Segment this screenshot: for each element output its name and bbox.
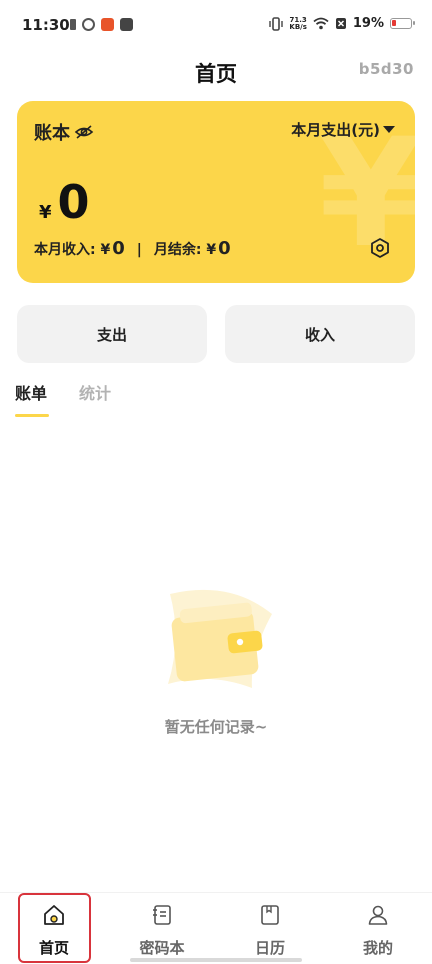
nav-profile[interactable]: 我的 <box>324 893 432 964</box>
tab-bills[interactable]: 账单 <box>15 380 47 404</box>
nav-home[interactable]: 首页 <box>0 893 108 964</box>
account-summary-card: ¥ 账本 本月支出(元) ¥ 0 本月收入: ¥ 0 | 月结余: ¥ 0 <box>17 101 415 283</box>
income-value: 0 <box>112 238 125 259</box>
net-speed-unit: KB/s <box>289 22 307 31</box>
nav-calendar-label: 日历 <box>254 939 285 957</box>
net-speed: 71.3 KB/s <box>289 16 307 31</box>
calendar-icon <box>261 905 279 925</box>
balance-label: 月结余: ¥ <box>153 242 217 258</box>
status-time: 11:30 <box>22 16 70 34</box>
expense-amount: ¥ 0 <box>39 179 90 225</box>
income-button[interactable]: 收入 <box>225 305 415 363</box>
status-bar: 11:30 71.3 KB/s 19% <box>0 0 432 52</box>
summary-separator: | <box>136 242 142 258</box>
card-title-label: 账本 <box>34 123 70 144</box>
nav-calendar[interactable]: 日历 <box>216 893 324 964</box>
notification-icon <box>101 18 114 31</box>
caret-down-icon <box>383 126 395 133</box>
battery-icon <box>390 18 415 29</box>
home-icon <box>44 905 64 925</box>
settings-icon[interactable] <box>369 237 391 259</box>
expense-amount-value: 0 <box>57 175 90 229</box>
battery-percent: 19% <box>352 16 384 31</box>
wifi-icon <box>313 17 329 30</box>
nav-password-book-label: 密码本 <box>139 939 185 957</box>
empty-wallet-icon <box>168 589 272 688</box>
card-title: 账本 <box>34 119 94 145</box>
empty-state-text: 暂无任何记录~ <box>164 718 268 736</box>
status-right-icons: 71.3 KB/s 19% <box>269 16 415 31</box>
bottom-nav: 首页 密码本 日历 我的 <box>0 892 432 964</box>
expense-button[interactable]: 支出 <box>17 305 207 363</box>
vibrate-icon <box>269 16 284 31</box>
currency-symbol: ¥ <box>39 202 52 223</box>
period-selector[interactable]: 本月支出(元) <box>291 119 395 140</box>
header-user-id: b5d30 <box>358 60 414 78</box>
app-icon <box>82 18 95 31</box>
income-label: 本月收入: ¥ <box>34 242 111 258</box>
profile-icon <box>368 905 388 925</box>
nav-profile-label: 我的 <box>362 939 393 957</box>
bag-icon <box>120 18 133 31</box>
status-left-icons <box>70 18 133 31</box>
tab-stats[interactable]: 统计 <box>79 380 111 404</box>
home-indicator <box>130 958 302 962</box>
tab-indicator <box>15 414 49 417</box>
yen-watermark-icon: ¥ <box>318 107 415 281</box>
nav-password-book[interactable]: 密码本 <box>108 893 216 964</box>
eye-off-icon[interactable] <box>74 124 94 140</box>
sim-icon <box>70 19 76 30</box>
balance-value: 0 <box>218 238 231 259</box>
nav-home-label: 首页 <box>38 939 69 957</box>
password-book-icon <box>153 905 171 925</box>
period-label: 本月支出(元) <box>291 121 380 139</box>
no-sim-icon <box>335 18 346 29</box>
card-summary-line: 本月收入: ¥ 0 | 月结余: ¥ 0 <box>34 238 231 259</box>
